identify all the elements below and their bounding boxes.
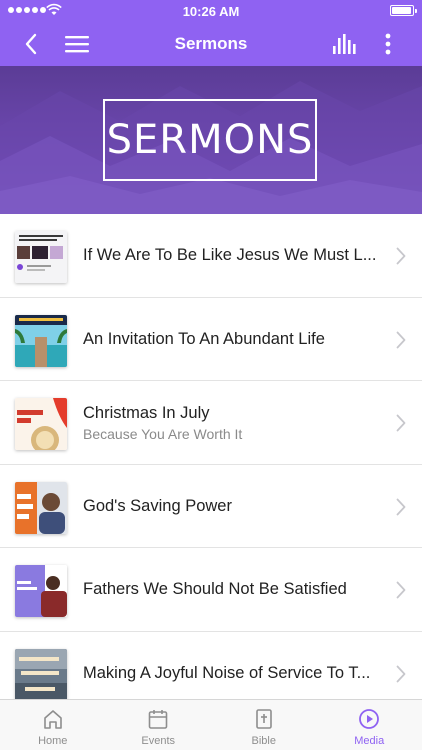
sermon-thumbnail-image [15, 314, 67, 367]
sermon-row[interactable]: An Invitation To An Abundant Life [0, 298, 422, 381]
tab-label: Media [354, 735, 385, 747]
play-circle-icon [359, 709, 380, 729]
sermon-thumbnail-image [15, 565, 67, 617]
tab-label: Bible [251, 735, 276, 747]
equalizer-icon [333, 34, 356, 54]
more-options-button[interactable] [376, 22, 400, 66]
sermon-row[interactable]: Fathers We Should Not Be Satisfied [0, 548, 422, 632]
tab-label: Home [38, 735, 68, 747]
sermon-thumbnail [15, 314, 67, 367]
back-button[interactable] [16, 22, 46, 66]
sermon-title: God's Saving Power [83, 496, 232, 515]
chevron-right-icon [396, 331, 406, 348]
sermon-title: If We Are To Be Like Jesus We Must L... [83, 246, 377, 264]
tab-events[interactable]: Events [106, 700, 212, 750]
hamburger-icon [65, 36, 89, 53]
more-vertical-icon [385, 33, 391, 55]
tab-bar: Home Events Bible Media [0, 699, 422, 750]
chevron-right-icon [396, 247, 406, 265]
bible-icon [255, 709, 272, 729]
menu-button[interactable] [62, 22, 92, 66]
tab-home[interactable]: Home [0, 700, 106, 750]
home-icon [43, 710, 62, 729]
chevron-right-icon [396, 665, 406, 682]
calendar-icon [148, 710, 168, 729]
sermon-row[interactable]: Christmas In July Because You Are Worth … [0, 381, 422, 465]
sermon-thumbnail [15, 565, 67, 617]
chevron-right-icon [396, 414, 406, 432]
sermon-thumbnail [15, 231, 67, 283]
banner-title: SERMONS [106, 117, 314, 163]
tab-bible[interactable]: Bible [211, 700, 317, 750]
sermon-thumbnail-image [15, 231, 67, 283]
status-time: 10:26 AM [182, 4, 240, 19]
sermon-thumbnail [15, 398, 67, 450]
tab-media[interactable]: Media [317, 700, 422, 750]
sermon-row[interactable]: God's Saving Power [0, 465, 422, 548]
battery-icon [390, 5, 417, 16]
sermon-title: Fathers We Should Not Be Satisfied [83, 580, 347, 598]
nav-bar: Sermons [0, 22, 422, 66]
sermon-thumbnail [15, 481, 67, 534]
tab-label: Events [141, 735, 176, 747]
sermon-title: Christmas In July [83, 403, 210, 422]
chevron-left-icon [25, 33, 37, 55]
sermon-title: Making A Joyful Noise of Service To T... [83, 663, 371, 682]
sermon-thumbnail-image [15, 398, 67, 450]
sermon-row[interactable]: If We Are To Be Like Jesus We Must L... [0, 214, 422, 298]
chevron-right-icon [396, 581, 406, 599]
audio-bars-button[interactable] [330, 22, 360, 66]
sermons-banner: SERMONS [0, 66, 422, 214]
sermon-thumbnail-image [15, 648, 67, 701]
sermon-title: An Invitation To An Abundant Life [83, 329, 325, 348]
status-bar: 10:26 AM [0, 0, 422, 22]
sermon-thumbnail-image [15, 481, 67, 534]
sermon-list: If We Are To Be Like Jesus We Must L... … [0, 214, 422, 715]
banner-frame: SERMONS [103, 99, 317, 181]
sermon-thumbnail [15, 648, 67, 701]
sermon-subtitle: Because You Are Worth It [83, 425, 243, 442]
chevron-right-icon [396, 498, 406, 515]
